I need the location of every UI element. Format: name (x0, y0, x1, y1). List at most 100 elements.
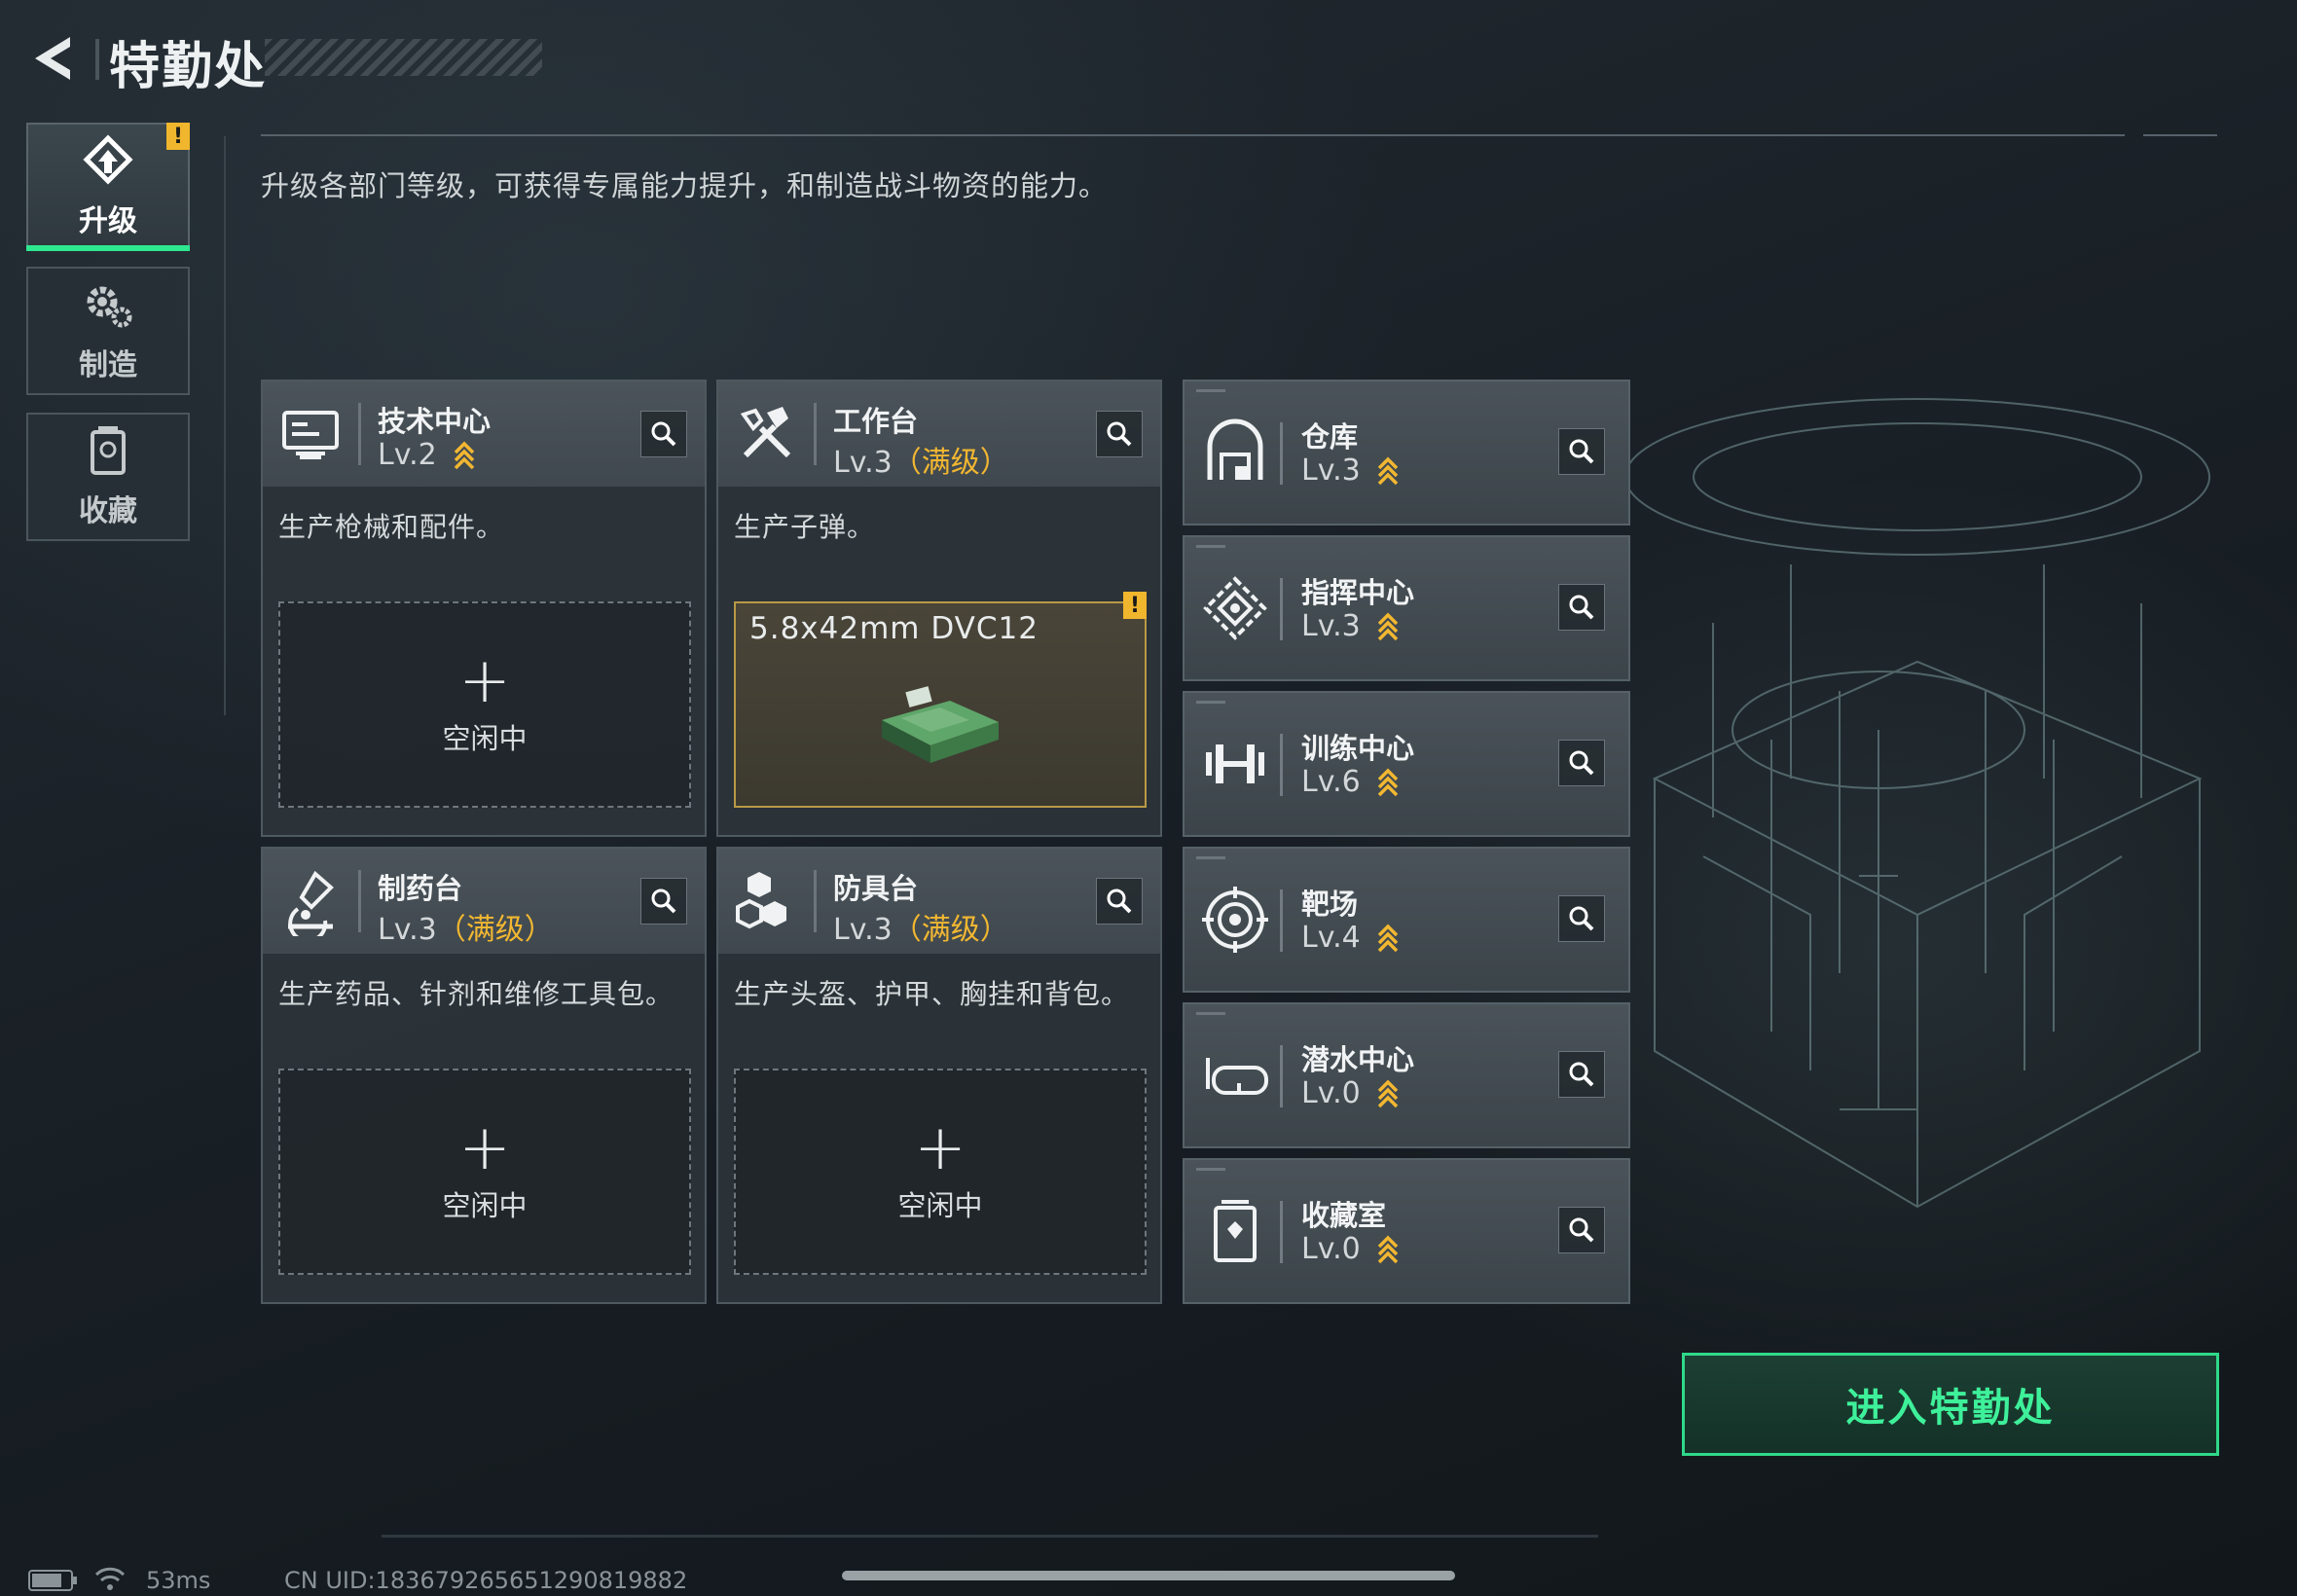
search-icon (651, 421, 676, 447)
facility-card-tech-center[interactable]: 技术中心 Lv.2 生产枪械和配件。 + 空闲中 (261, 380, 707, 837)
sidebar-item-collection[interactable]: 收藏 (26, 413, 190, 541)
header-divider (814, 403, 817, 465)
level-text: Lv.3 (378, 913, 437, 947)
search-icon (1569, 595, 1594, 620)
facility-name: 收藏室 (1301, 1199, 1387, 1232)
row-decoration (1196, 389, 1225, 392)
enter-button[interactable]: 进入特勤处 (1682, 1353, 2219, 1456)
page-title: 特勤处 (109, 38, 268, 96)
level-text: Lv.3 (833, 913, 893, 947)
facility-description: 生产药品、针剂和维修工具包。 (278, 978, 675, 1010)
production-slot[interactable]: + 空闲中 (734, 1069, 1147, 1275)
level-up-arrows-icon (1378, 1079, 1399, 1108)
enter-button-label: 进入特勤处 (1845, 1386, 2056, 1431)
facility-row-dive-center[interactable]: 潜水中心 Lv.0 (1183, 1002, 1630, 1148)
collection-icon (91, 426, 126, 475)
alert-badge: ! (166, 123, 190, 150)
sidebar-item-upgrade[interactable]: 升级 ! (26, 123, 190, 251)
level-text: Lv.6 (1301, 765, 1361, 799)
facility-row-collection-room[interactable]: 收藏室 Lv.0 (1183, 1158, 1630, 1304)
card-header: 制药台 Lv.3（满级） (263, 849, 705, 954)
bottom-decoration (382, 1535, 1598, 1538)
inspect-button[interactable] (1558, 428, 1605, 475)
facility-level: Lv.0 (1301, 1232, 1399, 1266)
armor-bench-icon (736, 872, 786, 929)
facility-description: 生产头盔、护甲、胸挂和背包。 (734, 978, 1130, 1010)
inspect-button[interactable] (640, 411, 687, 457)
card-header: 工作台 Lv.3（满级） (718, 381, 1160, 487)
battery-icon (28, 1570, 77, 1591)
facility-level: Lv.4 (1301, 921, 1399, 955)
inspect-button[interactable] (640, 878, 687, 925)
facility-level: Lv.3（满级） (833, 905, 1009, 948)
facility-name: 仓库 (1301, 420, 1359, 453)
search-icon (1107, 889, 1132, 914)
facility-name: 训练中心 (1301, 732, 1415, 765)
row-divider (1280, 1045, 1283, 1107)
row-divider (1280, 1201, 1283, 1263)
max-level-tag: （满级） (892, 913, 1009, 947)
facility-level: Lv.3 (1301, 609, 1399, 643)
workbench-icon (740, 407, 791, 458)
facility-name: 制药台 (378, 872, 463, 905)
divider-line (261, 134, 2125, 136)
facility-row-warehouse[interactable]: 仓库 Lv.3 (1183, 380, 1630, 526)
row-decoration (1196, 856, 1225, 859)
row-decoration (1196, 701, 1225, 704)
facility-card-armor-bench[interactable]: 防具台 Lv.3（满级） 生产头盔、护甲、胸挂和背包。 + 空闲中 (716, 847, 1162, 1304)
inspect-button[interactable] (1558, 1051, 1605, 1098)
add-icon: + (458, 1112, 511, 1184)
facility-row-shooting-range[interactable]: 靶场 Lv.4 (1183, 847, 1630, 993)
add-icon: + (914, 1112, 966, 1184)
search-icon (1569, 439, 1594, 464)
sidebar-item-craft[interactable]: 制造 (26, 267, 190, 395)
inspect-button[interactable] (1096, 878, 1143, 925)
base-structure-illustration (1624, 398, 2210, 1209)
gears-icon (87, 286, 132, 328)
facility-row-training-center[interactable]: 训练中心 Lv.6 (1183, 691, 1630, 837)
wifi-icon (94, 1567, 126, 1590)
sidebar-item-label: 制造 (79, 348, 137, 382)
facility-level: Lv.2 (378, 438, 475, 472)
header-divider (814, 870, 817, 932)
back-arrow-icon[interactable] (25, 29, 84, 88)
level-up-arrows-icon (1378, 612, 1399, 641)
level-text: Lv.4 (1301, 921, 1361, 955)
max-level-tag: （满级） (436, 913, 554, 947)
level-up-arrows-icon (455, 441, 475, 470)
slot-status: 空闲中 (442, 722, 528, 755)
inspect-button[interactable] (1558, 584, 1605, 631)
production-slot[interactable]: + 空闲中 (278, 601, 691, 808)
row-decoration (1196, 1012, 1225, 1015)
sidebar-item-label: 收藏 (79, 494, 137, 528)
search-icon (1569, 1217, 1594, 1243)
level-text: Lv.3 (1301, 453, 1361, 488)
facility-card-pharmacy[interactable]: 制药台 Lv.3（满级） 生产药品、针剂和维修工具包。 + 空闲中 (261, 847, 707, 1304)
divider-line (2143, 134, 2217, 136)
search-icon (1107, 421, 1132, 447)
production-slot[interactable]: + 空闲中 (278, 1069, 691, 1275)
user-uid: CN UID:18367926565129081988​2 (284, 1567, 688, 1594)
facility-name: 工作台 (833, 405, 919, 438)
facility-row-command-center[interactable]: 指挥中心 Lv.3 (1183, 535, 1630, 681)
slot-status: 空闲中 (897, 1189, 983, 1222)
alert-badge: ! (1123, 592, 1147, 619)
row-decoration (1196, 545, 1225, 548)
inspect-button[interactable] (1558, 1207, 1605, 1253)
facility-card-workbench[interactable]: 工作台 Lv.3（满级） 生产子弹。 5.8x42mm DVC12 ! (716, 380, 1162, 837)
level-up-arrows-icon (1378, 1235, 1399, 1264)
card-header: 防具台 Lv.3（满级） (718, 849, 1160, 954)
facility-name: 靶场 (1301, 888, 1359, 921)
header-divider (95, 39, 99, 80)
produced-item-name: 5.8x42mm DVC12 (749, 611, 1039, 646)
sidebar-item-label: 升级 (79, 204, 137, 238)
max-level-tag: （满级） (892, 446, 1009, 480)
row-divider (1280, 734, 1283, 796)
inspect-button[interactable] (1558, 895, 1605, 942)
production-slot-active[interactable]: 5.8x42mm DVC12 ! (734, 592, 1147, 808)
inspect-button[interactable] (1558, 740, 1605, 786)
upgrade-icon (83, 134, 133, 185)
inspect-button[interactable] (1096, 411, 1143, 457)
home-indicator[interactable] (842, 1571, 1455, 1580)
dive-mask-icon (1206, 1058, 1268, 1095)
